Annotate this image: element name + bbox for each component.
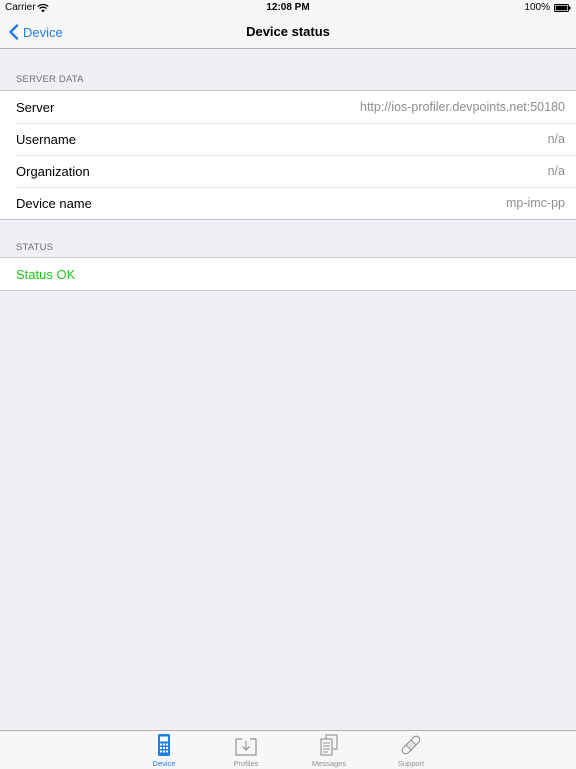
organization-value: n/a bbox=[547, 164, 565, 178]
device-name-value: mp-imc-pp bbox=[505, 196, 565, 210]
organization-row[interactable]: Organization n/a bbox=[0, 155, 576, 187]
profiles-download-icon bbox=[235, 738, 257, 756]
username-row[interactable]: Username n/a bbox=[0, 123, 576, 155]
organization-label: Organization bbox=[16, 163, 90, 179]
status-bar: Carrier 12:08 PM 100% bbox=[0, 0, 576, 16]
device-name-row[interactable]: Device name mp-imc-pp bbox=[0, 187, 576, 219]
server-row[interactable]: Server http://ios-profiler.devpoints.net… bbox=[0, 91, 576, 123]
tab-profiles[interactable]: Profiles bbox=[216, 733, 276, 768]
status-text: Status OK bbox=[16, 266, 76, 282]
username-value: n/a bbox=[547, 132, 565, 146]
tab-support[interactable]: Support bbox=[381, 733, 441, 768]
server-label: Server bbox=[16, 99, 55, 115]
status-header: STATUS bbox=[16, 242, 54, 253]
tab-support-label: Support bbox=[397, 759, 425, 768]
tab-profiles-label: Profiles bbox=[233, 759, 259, 768]
messages-icon bbox=[320, 734, 338, 756]
tab-device-label: Device bbox=[152, 759, 176, 768]
tab-bar: Device Profiles Messages Support bbox=[0, 730, 576, 769]
tab-messages[interactable]: Messages bbox=[299, 733, 359, 768]
server-data-group: Server http://ios-profiler.devpoints.net… bbox=[0, 90, 576, 220]
support-bandage-icon bbox=[401, 735, 421, 755]
username-label: Username bbox=[16, 131, 76, 147]
status-row[interactable]: Status OK bbox=[0, 258, 576, 290]
device-name-label: Device name bbox=[16, 195, 92, 211]
server-value: http://ios-profiler.devpoints.net:50180 bbox=[360, 100, 565, 114]
tab-messages-label: Messages bbox=[311, 759, 347, 768]
clock: 12:08 PM bbox=[266, 2, 310, 13]
tab-device[interactable]: Device bbox=[134, 733, 194, 768]
server-data-header: SERVER DATA bbox=[16, 74, 84, 85]
battery-percentage: 100% bbox=[524, 2, 550, 13]
battery-icon bbox=[554, 4, 571, 12]
navigation-bar: Device Device status bbox=[0, 16, 576, 49]
status-group: Status OK bbox=[0, 257, 576, 291]
device-icon bbox=[158, 734, 170, 756]
page-title: Device status bbox=[246, 24, 330, 39]
